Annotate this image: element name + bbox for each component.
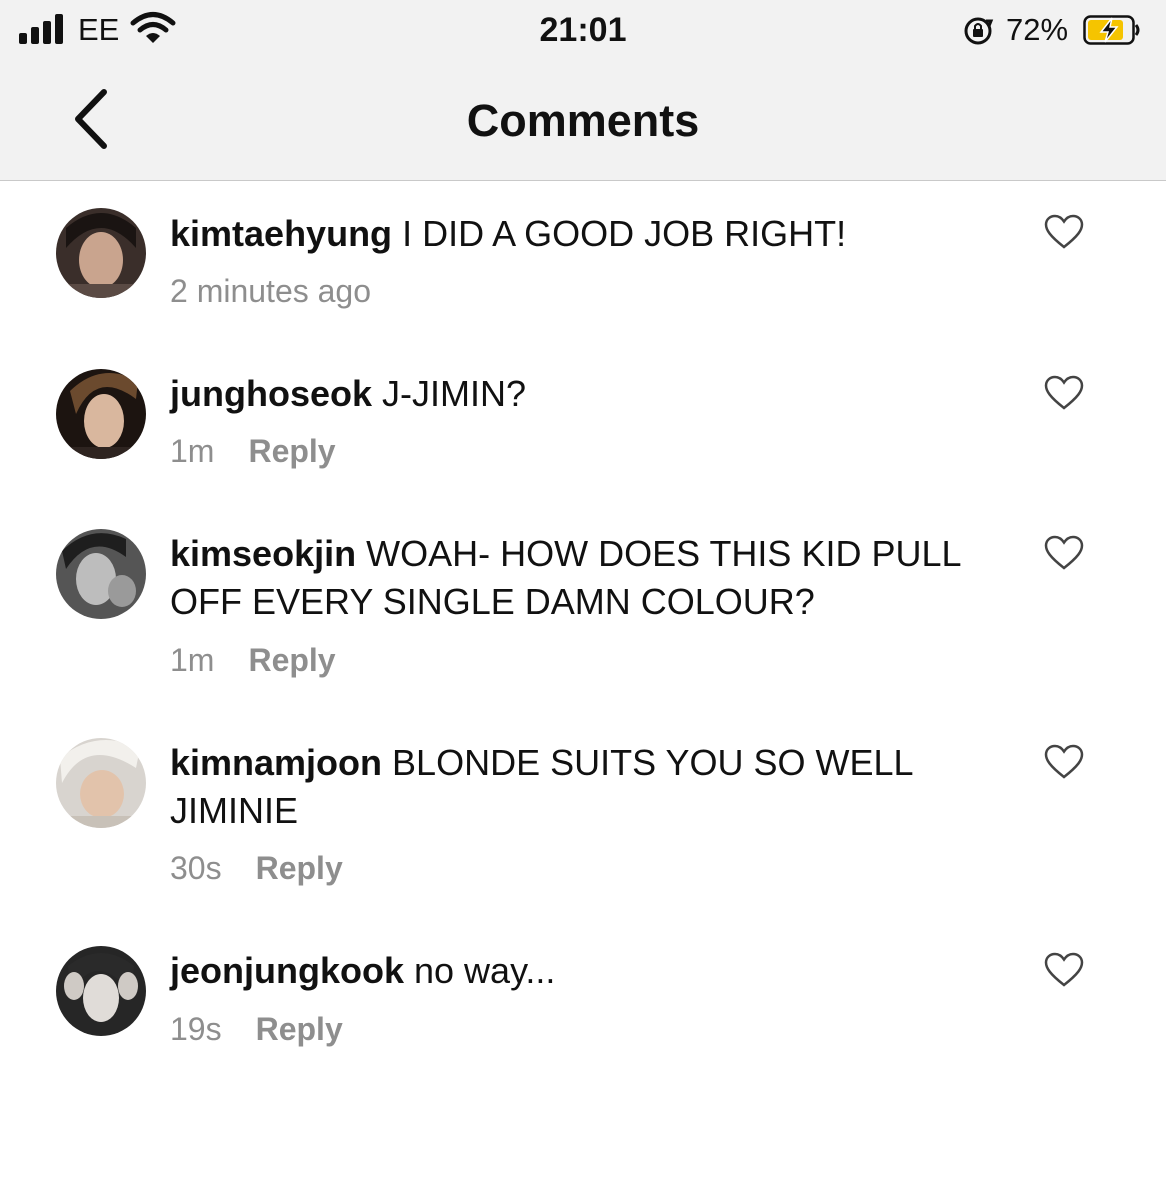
comment-text: kimnamjoon BLONDE SUITS YOU SO WELL JIMI…: [170, 739, 1000, 835]
comment-username[interactable]: jeonjungkook: [170, 950, 404, 991]
reply-button[interactable]: Reply: [248, 433, 335, 469]
avatar[interactable]: [56, 369, 146, 459]
comment-username[interactable]: kimnamjoon: [170, 742, 382, 783]
heart-icon[interactable]: [1044, 952, 1084, 988]
reply-button[interactable]: Reply: [256, 850, 343, 886]
comment-time: 2 minutes ago: [170, 273, 372, 309]
comment-text: jeonjungkook no way...: [170, 947, 1000, 995]
heart-icon[interactable]: [1044, 214, 1084, 250]
avatar[interactable]: [56, 529, 146, 619]
comment-username[interactable]: junghoseok: [170, 373, 372, 414]
avatar-photo: [56, 946, 146, 1036]
page-title: Comments: [466, 95, 700, 146]
battery-charging-icon: [1083, 15, 1140, 45]
avatar[interactable]: [56, 738, 146, 828]
reply-button[interactable]: Reply: [248, 642, 335, 678]
comment-meta: 2 minutes ago: [170, 271, 371, 311]
comment-time: 1m: [170, 642, 215, 678]
comment-body: J-JIMIN?: [382, 373, 527, 414]
comment-text: kimseokjin WOAH- HOW DOES THIS KID PULL …: [170, 530, 1000, 626]
comment-meta: 19s Reply: [170, 1009, 343, 1049]
comment-time: 30s: [170, 850, 222, 886]
comment-text: junghoseok J-JIMIN?: [170, 370, 1000, 418]
top-bar: EE 21:01 72% Comments: [0, 0, 1166, 181]
heart-icon[interactable]: [1044, 744, 1084, 780]
comment-username[interactable]: kimseokjin: [170, 533, 356, 574]
avatar[interactable]: [56, 208, 146, 298]
comment-time: 1m: [170, 433, 215, 469]
avatar-photo: [56, 208, 146, 298]
comment-username[interactable]: kimtaehyung: [170, 213, 392, 254]
rotation-lock-icon: [964, 17, 994, 45]
battery-percentage: 72%: [1006, 12, 1069, 47]
heart-icon[interactable]: [1044, 535, 1084, 571]
comment-meta: 1m Reply: [170, 640, 336, 680]
avatar-photo: [56, 369, 146, 459]
comment-body: I DID A GOOD JOB RIGHT!: [402, 213, 847, 254]
comment-meta: 30s Reply: [170, 848, 343, 888]
comment-text: kimtaehyung I DID A GOOD JOB RIGHT!: [170, 210, 1000, 258]
comment-time: 19s: [170, 1011, 222, 1047]
avatar-photo: [56, 738, 146, 828]
comment-body: no way...: [414, 950, 556, 991]
avatar[interactable]: [56, 946, 146, 1036]
reply-button[interactable]: Reply: [256, 1011, 343, 1047]
avatar-photo: [56, 529, 146, 619]
comment-meta: 1m Reply: [170, 431, 336, 471]
heart-icon[interactable]: [1044, 375, 1084, 411]
status-bar: EE 21:01 72%: [0, 0, 1166, 60]
